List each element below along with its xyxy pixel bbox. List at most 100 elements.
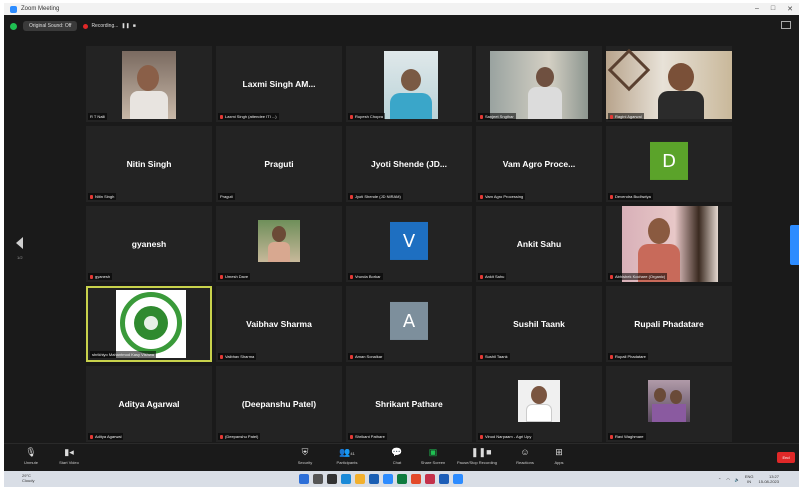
view-toggle-icon[interactable] bbox=[781, 21, 791, 29]
participant-name: Aman Sonalkar bbox=[355, 354, 383, 359]
pause-icon[interactable]: ❚❚ bbox=[121, 23, 129, 29]
participant-display-name: Rupali Phadatare bbox=[634, 319, 704, 329]
participant-name: Jyoti Shende (JD NIRAM) bbox=[355, 194, 401, 199]
title-bar: Zoom Meeting – □ ✕ bbox=[4, 3, 799, 15]
recording-controls-icon: ❚❚■ bbox=[471, 447, 492, 457]
participant-tile[interactable]: Ragini Agarwal bbox=[606, 46, 732, 122]
participant-tile[interactable]: Rupesh Chopra bbox=[346, 46, 472, 122]
unmute-button[interactable]: 🎙 Unmute bbox=[12, 447, 50, 465]
participant-tile[interactable]: R T Nalli bbox=[86, 46, 212, 122]
powerpoint-icon[interactable] bbox=[425, 474, 435, 484]
participant-tile[interactable]: Jyoti Shende (JD... Jyoti Shende (JD NIR… bbox=[346, 126, 472, 202]
muted-mic-icon bbox=[350, 274, 353, 279]
participant-avatar: A bbox=[390, 301, 428, 340]
participant-tile[interactable]: Vam Agro Proce... Vam Agro Processing bbox=[476, 126, 602, 202]
muted-mic-icon bbox=[610, 274, 613, 279]
participant-name: Laxmi Singh (attendee ITI ...) bbox=[225, 114, 277, 119]
participant-tile[interactable]: V Vrunda Borkar bbox=[346, 206, 472, 282]
chat-icon: 💬 bbox=[391, 447, 403, 457]
encryption-shield-icon[interactable] bbox=[10, 22, 17, 30]
task-view-icon[interactable] bbox=[327, 474, 337, 484]
zoom-app-taskbar-icon[interactable] bbox=[453, 474, 463, 484]
edge-icon[interactable] bbox=[341, 474, 351, 484]
participant-name-label: Vaibhav Sharma bbox=[218, 353, 257, 360]
participant-display-name: Jyoti Shende (JD... bbox=[370, 159, 448, 169]
stop-icon[interactable]: ■ bbox=[133, 23, 136, 29]
participant-tile[interactable]: Abhishek Kochare (Organic) bbox=[606, 206, 732, 282]
participant-tile[interactable]: Praguti Praguti bbox=[216, 126, 342, 202]
muted-mic-icon bbox=[350, 114, 353, 119]
participant-name: Ankit Sahu bbox=[485, 274, 505, 279]
next-page-arrow-icon[interactable] bbox=[790, 225, 799, 265]
close-icon[interactable]: ✕ bbox=[787, 5, 793, 13]
participant-tile[interactable]: Ankit Sahu Ankit Sahu bbox=[476, 206, 602, 282]
participant-name-label: Sanjeet Sngthar bbox=[478, 113, 516, 120]
share-screen-button[interactable]: ▣ Share Screen bbox=[414, 447, 452, 465]
start-video-button[interactable]: ▮◂ Start Video bbox=[50, 447, 88, 465]
file-explorer-icon[interactable] bbox=[355, 474, 365, 484]
excel-icon[interactable] bbox=[397, 474, 407, 484]
participant-display-name: Vam Agro Proce... bbox=[502, 159, 576, 169]
wifi-icon[interactable]: ◠ bbox=[726, 477, 730, 482]
minimize-icon[interactable]: – bbox=[755, 5, 759, 13]
zoom-window: Zoom Meeting – □ ✕ Original Sound: Off R… bbox=[4, 3, 799, 487]
clock[interactable]: 13:27 15-08-2023 bbox=[759, 474, 779, 484]
participant-name-label: Nitin Singh bbox=[88, 193, 117, 200]
participant-avatar: D bbox=[650, 141, 688, 180]
participant-name-label: Vinod Narpaam - Agri Upy bbox=[478, 433, 534, 440]
participant-tile[interactable]: Vinod Narpaam - Agri Upy bbox=[476, 366, 602, 442]
meeting-top-bar: Original Sound: Off Recording... ❚❚ ■ bbox=[4, 15, 799, 37]
taskbar-apps bbox=[299, 474, 463, 484]
reactions-button[interactable]: ☺ Reactions bbox=[506, 447, 544, 465]
search-icon[interactable] bbox=[313, 474, 323, 484]
system-tray: ⌃ ◠ 🔈 ENG IN 13:27 15-08-2023 bbox=[718, 474, 779, 484]
end-meeting-button[interactable]: End bbox=[777, 452, 795, 463]
volume-icon[interactable]: 🔈 bbox=[735, 477, 740, 482]
start-icon[interactable] bbox=[299, 474, 309, 484]
security-button[interactable]: ⛨ Security bbox=[286, 447, 324, 465]
participant-name-label: shrikhiyo Mahantmod Kasy Vishwa bbox=[90, 351, 156, 358]
participant-name: Rupesh Chopra bbox=[355, 114, 384, 119]
share-screen-icon: ▣ bbox=[428, 447, 438, 457]
participant-name: Nitin Singh bbox=[95, 194, 115, 199]
pause-stop-recording-button[interactable]: ❚❚■ Pause/Stop Recording bbox=[454, 447, 500, 465]
participant-tile[interactable]: Laxmi Singh AM... Laxmi Singh (attendee … bbox=[216, 46, 342, 122]
chrome-icon[interactable] bbox=[411, 474, 421, 484]
participant-tile[interactable]: (Deepanshu Patel) (Deepanshu Patel) bbox=[216, 366, 342, 442]
participant-tile[interactable]: Shrikant Pathare Shrikant Pathare bbox=[346, 366, 472, 442]
participant-tile[interactable]: Vaibhav Sharma Vaibhav Sharma bbox=[216, 286, 342, 362]
participant-name: shrikhiyo Mahantmod Kasy Vishwa bbox=[92, 352, 154, 357]
prev-page-arrow-icon[interactable] bbox=[16, 237, 23, 249]
store-icon[interactable] bbox=[369, 474, 379, 484]
participant-tile[interactable]: Sushil Taank Sushil Taank bbox=[476, 286, 602, 362]
participant-display-name: Laxmi Singh AM... bbox=[242, 79, 316, 89]
participants-count: 41 bbox=[350, 451, 355, 456]
participant-name: (Deepanshu Patel) bbox=[225, 434, 259, 439]
participant-tile[interactable]: Aditya Agarwal Aditya Agarwal bbox=[86, 366, 212, 442]
apps-button[interactable]: ⊞ Apps bbox=[540, 447, 578, 465]
participant-display-name: Nitin Singh bbox=[126, 159, 172, 169]
language-indicator[interactable]: ENG IN bbox=[745, 474, 754, 484]
participant-tile[interactable]: Umesh Dave bbox=[216, 206, 342, 282]
muted-mic-icon bbox=[480, 194, 483, 199]
original-sound-toggle[interactable]: Original Sound: Off bbox=[23, 21, 78, 31]
participant-tile-active-speaker[interactable]: shrikhiyo Mahantmod Kasy Vishwa bbox=[86, 286, 212, 362]
recording-indicator[interactable]: Recording... ❚❚ ■ bbox=[83, 23, 136, 29]
participant-tile[interactable]: Sanjeet Sngthar bbox=[476, 46, 602, 122]
participant-name: Vrunda Borkar bbox=[355, 274, 381, 279]
participant-name-label: Vam Agro Processing bbox=[478, 193, 526, 200]
participant-tile[interactable]: D Devendra Budhwlya bbox=[606, 126, 732, 202]
zoom-taskbar-icon[interactable] bbox=[383, 474, 393, 484]
participant-tile[interactable]: Rupali Phadatare Rupali Phadatare bbox=[606, 286, 732, 362]
participant-tile[interactable]: Nitin Singh Nitin Singh bbox=[86, 126, 212, 202]
chat-button[interactable]: 💬 Chat bbox=[378, 447, 416, 465]
tray-chevron-icon[interactable]: ⌃ bbox=[718, 477, 721, 482]
participants-button[interactable]: 👥41 Participants bbox=[328, 447, 366, 465]
participant-tile[interactable]: gyanesh gyanesh bbox=[86, 206, 212, 282]
maximize-icon[interactable]: □ bbox=[771, 5, 775, 13]
word-icon[interactable] bbox=[439, 474, 449, 484]
participant-tile[interactable]: A Aman Sonalkar bbox=[346, 286, 472, 362]
weather-widget[interactable]: 29°C Cloudy bbox=[22, 473, 34, 483]
shield-icon: ⛨ bbox=[301, 447, 309, 457]
participant-tile[interactable]: Ravi Waghmare bbox=[606, 366, 732, 442]
